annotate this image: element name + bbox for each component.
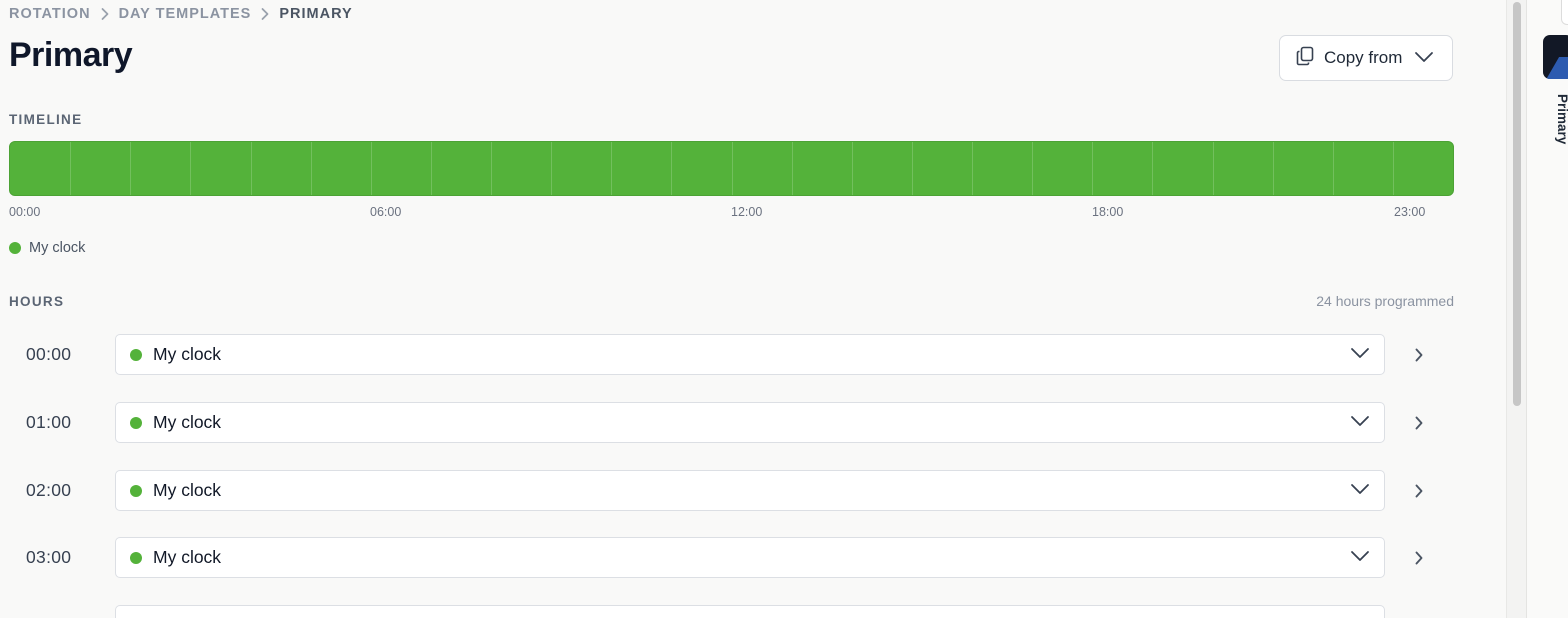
chevron-right-icon xyxy=(91,6,119,22)
breadcrumb: ROTATION DAY TEMPLATES PRIMARY xyxy=(9,6,353,22)
timeline-hour-divider xyxy=(1212,142,1214,195)
timeline-hour-divider xyxy=(70,142,72,195)
timeline-hour-divider xyxy=(791,142,793,195)
chevron-down-icon xyxy=(1414,48,1434,68)
timeline-hour-divider xyxy=(551,142,553,195)
timeline-hour-divider xyxy=(250,142,252,195)
chevron-right-icon[interactable] xyxy=(1410,548,1428,568)
hour-row: 01:00 My clock xyxy=(0,402,1506,444)
timeline-hour-divider xyxy=(972,142,973,195)
chevron-down-icon xyxy=(1350,414,1370,432)
clock-select[interactable]: My clock xyxy=(115,402,1385,443)
hour-time: 00:00 xyxy=(26,344,72,364)
clock-select[interactable] xyxy=(115,605,1385,618)
clock-select-value: My clock xyxy=(153,344,222,364)
clock-color-dot xyxy=(130,416,142,429)
chevron-right-icon[interactable] xyxy=(1410,413,1428,433)
hour-time: 02:00 xyxy=(26,480,72,500)
timeline-hour-divider xyxy=(611,142,613,195)
timeline-hour-divider xyxy=(130,142,132,195)
hour-row: 03:00 My clock xyxy=(0,537,1506,579)
chevron-right-icon[interactable] xyxy=(1410,345,1428,365)
timeline-hour-divider xyxy=(310,142,312,195)
timeline-hour-divider xyxy=(1152,142,1154,195)
breadcrumb-day-templates[interactable]: DAY TEMPLATES xyxy=(119,6,252,22)
page-title: Primary xyxy=(9,36,133,74)
timeline-hour-divider xyxy=(1032,142,1034,195)
timeline-tick-label: 23:00 xyxy=(1394,205,1426,219)
main-content: ROTATION DAY TEMPLATES PRIMARY Primary C… xyxy=(0,0,1506,618)
timeline-section-label: TIMELINE xyxy=(9,112,83,127)
side-panel: Primary xyxy=(1526,0,1568,618)
side-panel-control[interactable] xyxy=(1561,0,1568,25)
copy-icon xyxy=(1296,46,1314,71)
copy-from-label: Copy from xyxy=(1324,48,1403,67)
scrollbar[interactable] xyxy=(1506,0,1527,618)
scrollbar-thumb[interactable] xyxy=(1513,2,1521,406)
timeline-bar[interactable] xyxy=(9,141,1454,196)
timeline-hour-divider xyxy=(671,142,673,195)
chevron-right-icon xyxy=(251,6,279,22)
clock-color-dot xyxy=(130,484,142,497)
timeline-hour-divider xyxy=(491,142,492,195)
hour-row: 00:00 My clock xyxy=(0,334,1506,376)
clock-select[interactable]: My clock xyxy=(115,537,1385,578)
timeline-hour-divider xyxy=(370,142,372,195)
side-panel-label: Primary xyxy=(1555,94,1568,145)
timeline-hour-divider xyxy=(1092,142,1094,195)
template-thumbnail[interactable] xyxy=(1543,35,1568,79)
clock-select-value: My clock xyxy=(153,412,222,432)
timeline-legend: My clock xyxy=(9,240,85,256)
chevron-down-icon xyxy=(1350,346,1370,364)
breadcrumb-rotation[interactable]: ROTATION xyxy=(9,6,91,22)
timeline-hour-divider xyxy=(1332,142,1334,195)
timeline-hour-divider xyxy=(851,142,853,195)
clock-select[interactable]: My clock xyxy=(115,334,1385,375)
legend-color-dot xyxy=(9,242,21,254)
timeline-hour-divider xyxy=(731,142,733,195)
timeline-hour-divider xyxy=(430,142,432,195)
copy-from-button[interactable]: Copy from xyxy=(1279,35,1453,81)
timeline-hour-divider xyxy=(1392,142,1394,195)
clock-color-dot xyxy=(130,551,142,564)
timeline-tick-label: 18:00 xyxy=(1092,205,1124,219)
chevron-down-icon xyxy=(1350,482,1370,500)
timeline-hour-divider xyxy=(1272,142,1274,195)
hours-summary: 24 hours programmed xyxy=(1316,293,1454,309)
timeline-hour-divider xyxy=(911,142,913,195)
hour-time: 01:00 xyxy=(26,412,72,432)
chevron-down-icon xyxy=(1350,549,1370,567)
breadcrumb-primary: PRIMARY xyxy=(279,6,353,22)
timeline-tick-label: 06:00 xyxy=(370,205,402,219)
timeline-tick-label: 12:00 xyxy=(731,205,763,219)
hour-time: 03:00 xyxy=(26,547,72,567)
clock-color-dot xyxy=(130,348,142,361)
clock-select[interactable]: My clock xyxy=(115,470,1385,511)
clock-select-value: My clock xyxy=(153,547,222,567)
timeline-tick-label: 00:00 xyxy=(9,205,41,219)
legend-label: My clock xyxy=(29,240,86,256)
hour-row: 02:00 My clock xyxy=(0,470,1506,512)
clock-select-value: My clock xyxy=(153,480,222,500)
hours-section-label: HOURS xyxy=(9,294,65,309)
chevron-right-icon[interactable] xyxy=(1410,481,1428,501)
timeline-hour-divider xyxy=(190,142,192,195)
